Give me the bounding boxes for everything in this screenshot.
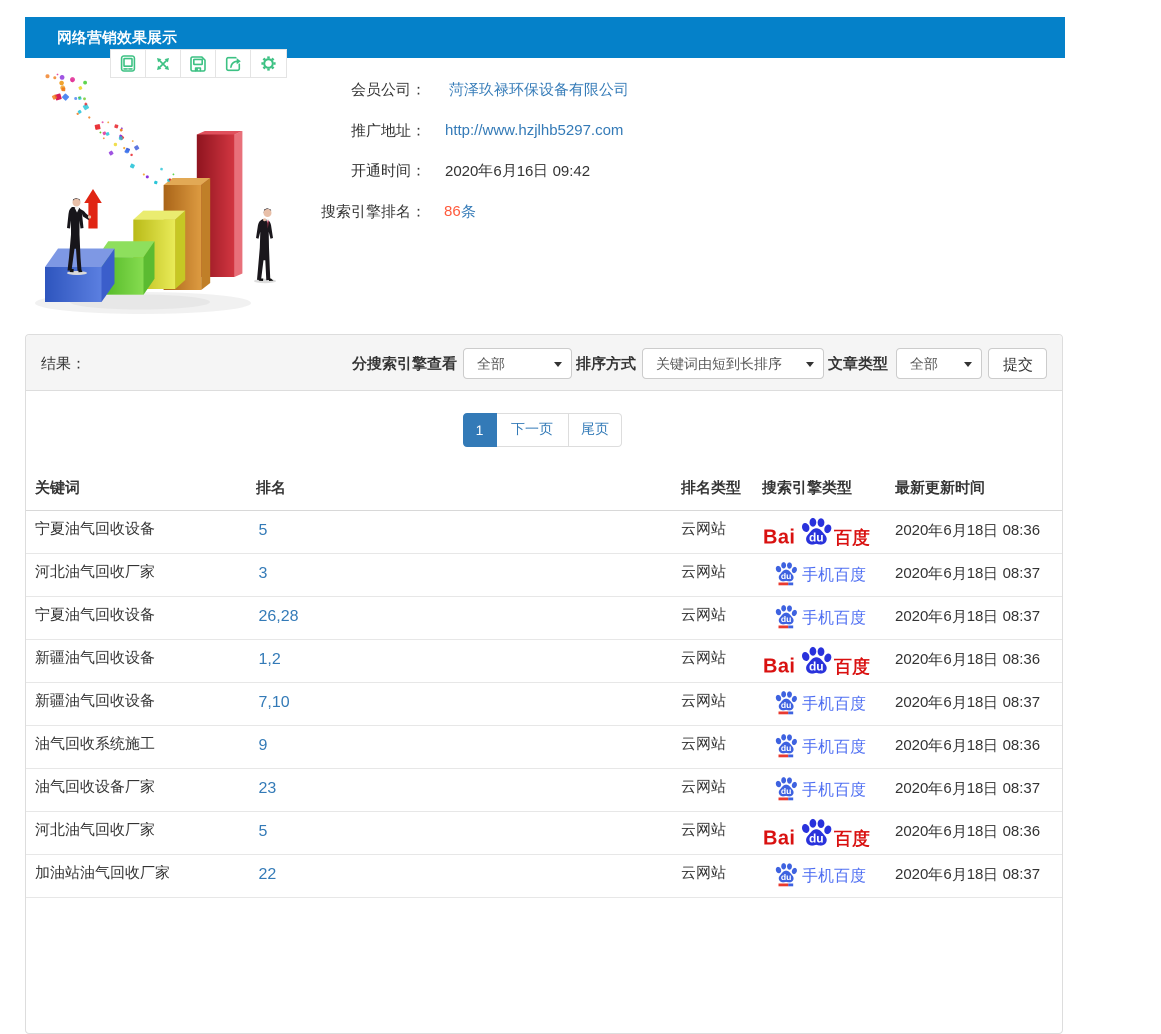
svg-text:du: du bbox=[808, 530, 823, 544]
svg-text:du: du bbox=[808, 659, 823, 673]
svg-text:du: du bbox=[780, 786, 791, 796]
svg-text:Bai: Bai bbox=[763, 655, 795, 675]
svg-text:du: du bbox=[780, 614, 791, 624]
svg-text:du: du bbox=[780, 743, 791, 753]
svg-text:du: du bbox=[780, 700, 791, 710]
svg-text:du: du bbox=[780, 872, 791, 882]
svg-text:Bai: Bai bbox=[763, 526, 795, 546]
svg-text:du: du bbox=[780, 571, 791, 581]
svg-text:Bai: Bai bbox=[763, 827, 795, 847]
svg-text:du: du bbox=[808, 831, 823, 845]
